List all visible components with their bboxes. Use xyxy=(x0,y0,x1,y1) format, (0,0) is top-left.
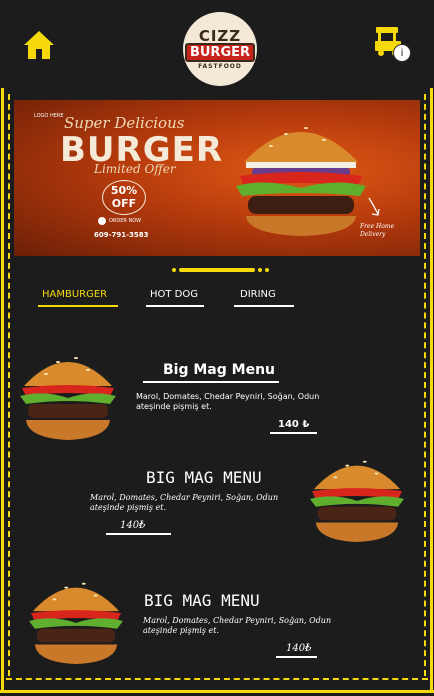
frame-dash-right xyxy=(424,94,426,676)
frame-border-bottom xyxy=(0,678,434,693)
logo-line3: FASTFOOD xyxy=(198,62,242,70)
tab-hot-dog-label: HOT DOG xyxy=(150,289,198,300)
banner-discount-pct: 50% xyxy=(110,184,138,197)
menu-item-title: BIG MAG MENU xyxy=(146,468,262,487)
app-frame: CIZZ BURGER FASTFOOD i LOGO HERE Super D… xyxy=(0,0,434,696)
price-underline xyxy=(276,656,318,658)
banner-discount-word: OFF xyxy=(111,197,137,210)
category-tabs: HAMBURGER HOT DOG DIRING xyxy=(38,289,298,311)
tab-hamburger[interactable]: HAMBURGER xyxy=(38,289,118,307)
arrow-icon xyxy=(368,197,380,216)
home-icon[interactable] xyxy=(22,28,56,62)
price-underline xyxy=(106,533,172,535)
tab-underline xyxy=(38,305,118,307)
frame-border-right xyxy=(430,88,433,690)
menu-item-title: Big Mag Menu xyxy=(143,362,279,383)
banner-discount-badge: 50% OFF xyxy=(102,180,146,215)
order-now-label: ORDER NOW xyxy=(109,218,142,224)
cart-badge[interactable]: i xyxy=(393,44,411,62)
brand-logo[interactable]: CIZZ BURGER FASTFOOD xyxy=(183,12,257,86)
banner-phone: 609-791-3583 xyxy=(94,231,149,239)
burger-image xyxy=(309,460,405,543)
carousel-dot[interactable] xyxy=(172,268,176,272)
tab-underline xyxy=(146,305,204,307)
banner-logo-text: LOGO HERE xyxy=(34,113,64,119)
promo-banner[interactable]: LOGO HERE Super Delicious BURGER Limited… xyxy=(14,100,420,256)
frame-border-left xyxy=(1,88,4,690)
tab-underline xyxy=(234,305,294,307)
tab-diring-label: DIRING xyxy=(240,289,276,300)
tab-hamburger-label: HAMBURGER xyxy=(42,289,108,300)
menu-item-price: 140₺ xyxy=(106,520,172,535)
order-dot-icon xyxy=(98,217,106,225)
carousel-dot[interactable] xyxy=(258,268,262,272)
menu-item-desc: Marol, Domates, Chedar Peyniri, Soğan, O… xyxy=(90,493,279,512)
tab-diring[interactable]: DIRING xyxy=(234,289,294,307)
burger-image xyxy=(20,357,116,440)
carousel-indicator[interactable] xyxy=(172,268,269,272)
banner-order-now[interactable]: ORDER NOW xyxy=(98,217,141,225)
menu-item-desc: Marol, Domates, Chedar Peyniri, Soğan, O… xyxy=(143,616,332,635)
menu-item-title-text: Big Mag Menu xyxy=(163,362,275,378)
banner-limited-text: Limited Offer xyxy=(94,162,176,176)
menu-item-price-text: 140₺ xyxy=(286,643,312,654)
banner-burger-image xyxy=(236,127,366,236)
logo-line1: CIZZ xyxy=(198,26,242,45)
title-underline xyxy=(143,381,279,383)
carousel-dot[interactable] xyxy=(265,268,269,272)
menu-item-price: 140 ₺ xyxy=(270,419,318,434)
carousel-dot-active[interactable] xyxy=(179,268,255,272)
tab-hot-dog[interactable]: HOT DOG xyxy=(146,289,204,307)
logo-line2: BURGER xyxy=(184,42,256,62)
menu-item-price-text: 140 ₺ xyxy=(278,419,310,430)
price-underline xyxy=(270,432,318,434)
frame-dash-left xyxy=(8,94,10,676)
menu-item-desc: Marol, Domates, Chedar Peyniri, Soğan, O… xyxy=(136,392,320,411)
menu-item-price: 140₺ xyxy=(276,643,318,658)
menu-item-price-text: 140₺ xyxy=(120,520,146,531)
menu-item-title: BIG MAG MENU xyxy=(144,591,260,610)
burger-image xyxy=(28,582,124,665)
